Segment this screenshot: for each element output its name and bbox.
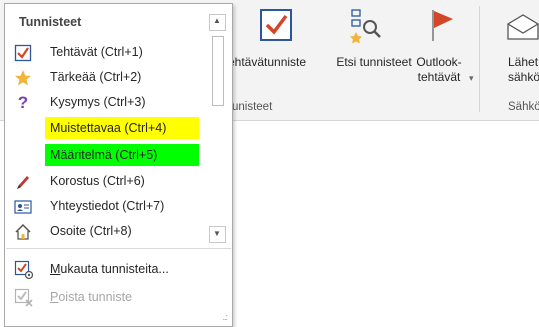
customize-tags-label: Mukauta tunnisteita...: [50, 262, 169, 276]
menu-header: Tunnisteet: [19, 15, 82, 29]
outlook-tasks-button[interactable]: Outlook-tehtävät ▾: [405, 0, 477, 96]
tag-item-label: Muistettavaa (Ctrl+4): [50, 121, 167, 135]
contact-card-icon: [14, 198, 32, 216]
find-tags-label: Etsi tunnisteet: [336, 55, 412, 69]
scroll-up-button[interactable]: ▲: [209, 14, 226, 31]
scroll-up-icon: ▲: [213, 16, 221, 25]
customize-tags-command[interactable]: Mukauta tunnisteita...: [6, 256, 230, 282]
menu-scrollbar[interactable]: ▲ ▼: [209, 14, 226, 243]
tag-item-label: Tehtävät (Ctrl+1): [50, 45, 143, 59]
scroll-down-button[interactable]: ▼: [209, 226, 226, 243]
tags-dropdown-menu: Tunnisteet Tehtävät (Ctrl+1) Tärkeää (Ct…: [4, 3, 233, 327]
remove-tag-icon: [14, 288, 34, 308]
flag-icon: [429, 8, 455, 46]
resize-grip-icon[interactable]: ..:: [222, 312, 227, 322]
tag-item-highlight[interactable]: Korostus (Ctrl+6): [6, 170, 208, 194]
menu-separator: [6, 248, 231, 249]
check-tag-icon: [259, 8, 293, 46]
tag-item-contact[interactable]: Yhteystiedot (Ctrl+7): [6, 195, 208, 219]
email-group-label: Sähkö: [508, 101, 539, 113]
tag-item-question[interactable]: ? Kysymys (Ctrl+3): [6, 91, 208, 115]
tag-item-label: Korostus (Ctrl+6): [50, 174, 145, 188]
question-icon: ?: [17, 93, 29, 112]
group-separator: [479, 6, 480, 112]
find-tags-icon: [349, 8, 383, 48]
tag-item-todo[interactable]: Tehtävät (Ctrl+1): [6, 41, 208, 65]
email-page-button[interactable]: Lähet sähköp: [484, 0, 539, 96]
scroll-thumb[interactable]: [212, 36, 224, 106]
customize-tags-icon: [14, 260, 34, 280]
chevron-down-icon: ▾: [469, 73, 474, 83]
tag-item-important[interactable]: Tärkeää (Ctrl+2): [6, 66, 208, 90]
tag-item-address[interactable]: Osoite (Ctrl+8): [6, 220, 208, 244]
house-icon: [14, 223, 32, 241]
checkbox-icon: [14, 44, 32, 62]
star-icon: [14, 69, 32, 87]
remove-tag-label: Poista tunniste: [50, 290, 133, 304]
tag-item-remember[interactable]: Muistettavaa (Ctrl+4): [6, 117, 208, 141]
remove-tag-command[interactable]: Poista tunniste: [6, 284, 230, 310]
envelope-icon: [506, 14, 539, 44]
tag-item-label: Tärkeää (Ctrl+2): [50, 70, 142, 84]
tags-group-label: unisteet: [232, 101, 273, 113]
tag-item-label: Määritelmä (Ctrl+5): [50, 148, 158, 162]
highlighter-icon: [14, 173, 32, 191]
outlook-tasks-label: Outlook-tehtävät: [416, 55, 462, 84]
tag-item-definition[interactable]: Määritelmä (Ctrl+5): [6, 144, 208, 168]
todo-tag-label: ehtävätunniste: [228, 55, 307, 69]
tag-item-label: Yhteystiedot (Ctrl+7): [50, 199, 165, 213]
tag-item-label: Kysymys (Ctrl+3): [50, 95, 146, 109]
find-tags-button[interactable]: Etsi tunnisteet: [336, 0, 412, 96]
tag-item-label: Osoite (Ctrl+8): [50, 224, 132, 238]
email-page-label: Lähet sähköp: [508, 55, 539, 84]
todo-tag-button[interactable]: ehtävätunniste: [228, 0, 335, 96]
scroll-down-icon: ▼: [213, 229, 221, 238]
